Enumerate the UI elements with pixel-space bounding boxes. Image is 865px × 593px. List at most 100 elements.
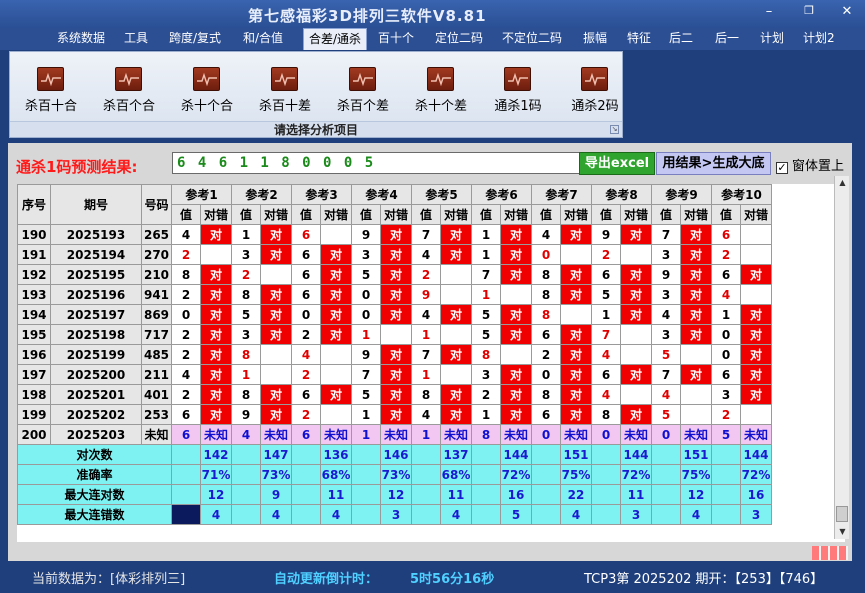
- miss-cell: [320, 224, 352, 245]
- data-source-text: 当前数据为：[体彩排列三]: [32, 572, 186, 587]
- forecast-row[interactable]: 200 2025203 未知 6 未知 4 未知 6 未知 1 未知 1 未知 8 未知 0 未知 0 未知 0 未知 5…: [17, 424, 772, 445]
- ribbon-button-label: 杀百个合: [102, 99, 155, 114]
- stats-value: 22: [560, 484, 592, 505]
- hit-cell: 对: [620, 364, 652, 385]
- stats-spacer: [711, 444, 741, 465]
- menu-item-12[interactable]: 后一: [715, 28, 739, 50]
- menu-item-6[interactable]: 百十个: [378, 28, 414, 50]
- table-row[interactable]: 198 2025201 401 2 对 8 对 6 对 5 对 8 对 2 对 8 对 4 4 3 对: [17, 384, 772, 405]
- table-row[interactable]: 199 2025202 253 6 对 9 对 2 1 对 4 对 1 对 6 对 8 对 5 2: [17, 404, 772, 425]
- menu-item-1[interactable]: 系统数据: [57, 28, 105, 50]
- ribbon-button-3[interactable]: 杀十个合: [169, 67, 245, 114]
- unknown-cell: 未知: [740, 424, 772, 445]
- ref-value: 3: [471, 364, 501, 385]
- ribbon-button-8[interactable]: 通杀2码: [557, 67, 633, 114]
- ref-value: 1: [471, 284, 501, 305]
- hit-cell: 对: [740, 384, 772, 405]
- stats-value: 4: [320, 504, 352, 525]
- stats-value: 147: [260, 444, 292, 465]
- menu-item-5[interactable]: 合差/通杀: [303, 28, 368, 50]
- ribbon-button-2[interactable]: 杀百个合: [91, 67, 167, 114]
- row-seq: 200: [17, 424, 51, 445]
- col-ref: 参考8: [591, 184, 652, 205]
- table-row[interactable]: 196 2025199 485 2 对 8 4 9 对 7 对 8 2 对 4 5 0 对: [17, 344, 772, 365]
- table-row[interactable]: 192 2025195 210 8 对 2 6 对 5 对 2 7 对 8 对 6 对 9 对 6 对: [17, 264, 772, 285]
- subcol-value: 值: [231, 204, 261, 225]
- row-number: 717: [141, 324, 172, 345]
- ref-value: 5: [651, 404, 681, 425]
- menu-item-10[interactable]: 特征: [627, 28, 651, 50]
- stats-value: 16: [500, 484, 532, 505]
- ref-value: 2: [471, 384, 501, 405]
- menu-item-9[interactable]: 振幅: [583, 28, 607, 50]
- col-ref: 参考5: [411, 184, 472, 205]
- table-row[interactable]: 190 2025193 265 4 对 1 对 6 9 对 7 对 1 对 4 对 9 对 7 对 6: [17, 224, 772, 245]
- table-row[interactable]: 191 2025194 270 2 3 对 6 对 3 对 4 对 1 对 0 2 3 对 2: [17, 244, 772, 265]
- stats-value: 75%: [560, 464, 592, 485]
- subcol-value: 值: [411, 204, 441, 225]
- chart-icon: [115, 67, 142, 91]
- ref-value: 5: [471, 324, 501, 345]
- countdown-value: 5时56分16秒: [410, 572, 495, 587]
- ref-value: 7: [651, 364, 681, 385]
- hit-cell: 对: [560, 284, 592, 305]
- table-row[interactable]: 197 2025200 211 4 对 1 2 7 对 1 3 对 0 对 6 对 7 对 6 对: [17, 364, 772, 385]
- hit-cell: 对: [440, 224, 472, 245]
- stats-spacer: [231, 504, 261, 525]
- miss-cell: [740, 224, 772, 245]
- ribbon-button-6[interactable]: 杀十个差: [403, 67, 479, 114]
- window-on-top-checkbox[interactable]: ✓ 窗体置上: [776, 155, 844, 174]
- prediction-value[interactable]: 6 4 6 1 1 8 0 0 0 5: [172, 152, 580, 174]
- hit-cell: 对: [740, 264, 772, 285]
- ref-value: 8: [531, 264, 561, 285]
- vertical-scrollbar[interactable]: ▲ ▼: [834, 176, 849, 539]
- hit-cell: 对: [560, 384, 592, 405]
- scroll-up-icon[interactable]: ▲: [835, 176, 850, 190]
- hit-cell: 对: [260, 404, 292, 425]
- ribbon-button-5[interactable]: 杀百个差: [325, 67, 401, 114]
- subcol-value: 值: [291, 204, 321, 225]
- minimize-icon[interactable]: –: [760, 4, 778, 19]
- ribbon-launcher-icon[interactable]: ↘: [610, 125, 619, 134]
- ribbon-button-7[interactable]: 通杀1码: [480, 67, 556, 114]
- restore-icon[interactable]: ❐: [800, 4, 818, 17]
- col-seq: 序号: [17, 184, 51, 225]
- stats-value: 144: [500, 444, 532, 465]
- menu-item-4[interactable]: 和/合值: [243, 28, 283, 50]
- stats-value: 4: [560, 504, 592, 525]
- chart-icon: [193, 67, 220, 91]
- scroll-down-icon[interactable]: ▼: [835, 525, 850, 539]
- stats-label: 准确率: [17, 464, 172, 485]
- hit-cell: 对: [500, 404, 532, 425]
- ref-value: 2: [711, 404, 741, 425]
- row-number: 211: [141, 364, 172, 385]
- hit-cell: 对: [380, 384, 412, 405]
- stats-value: 68%: [440, 464, 472, 485]
- generate-base-button[interactable]: 用结果>生成大底: [656, 152, 771, 175]
- menu-item-2[interactable]: 工具: [124, 28, 148, 50]
- menu-item-13[interactable]: 计划: [760, 28, 784, 50]
- ref-value: 3: [711, 384, 741, 405]
- stats-spacer: [651, 444, 681, 465]
- export-excel-button[interactable]: 导出excel: [579, 152, 655, 175]
- subcol-value: 值: [351, 204, 381, 225]
- menu-item-3[interactable]: 跨度/复式: [169, 28, 221, 50]
- ribbon-button-1[interactable]: 杀百十合: [13, 67, 89, 114]
- close-icon[interactable]: ✕: [838, 4, 856, 19]
- ribbon-button-4[interactable]: 杀百十差: [247, 67, 323, 114]
- ref-value: 8: [411, 384, 441, 405]
- table-row[interactable]: 194 2025197 869 0 对 5 对 0 对 0 对 4 对 5 对 8 1 对 4 对 1 对: [17, 304, 772, 325]
- menu-item-11[interactable]: 后二: [669, 28, 693, 50]
- scroll-thumb[interactable]: [836, 506, 848, 522]
- hit-cell: 对: [440, 344, 472, 365]
- table-row[interactable]: 195 2025198 717 2 对 3 对 2 对 1 1 5 对 6 对 7 3 对 0 对: [17, 324, 772, 345]
- stats-spacer: [651, 504, 681, 525]
- hit-cell: 对: [260, 304, 292, 325]
- menu-item-7[interactable]: 定位二码: [435, 28, 483, 50]
- subcol-value: 值: [471, 204, 501, 225]
- table-row[interactable]: 193 2025196 941 2 对 8 对 6 对 0 对 9 1 8 对 5 对 3 对 4: [17, 284, 772, 305]
- menu-item-8[interactable]: 不定位二码: [502, 28, 562, 50]
- menu-item-14[interactable]: 计划2: [803, 28, 835, 50]
- miss-cell: [620, 244, 652, 265]
- ref-value: 1: [471, 224, 501, 245]
